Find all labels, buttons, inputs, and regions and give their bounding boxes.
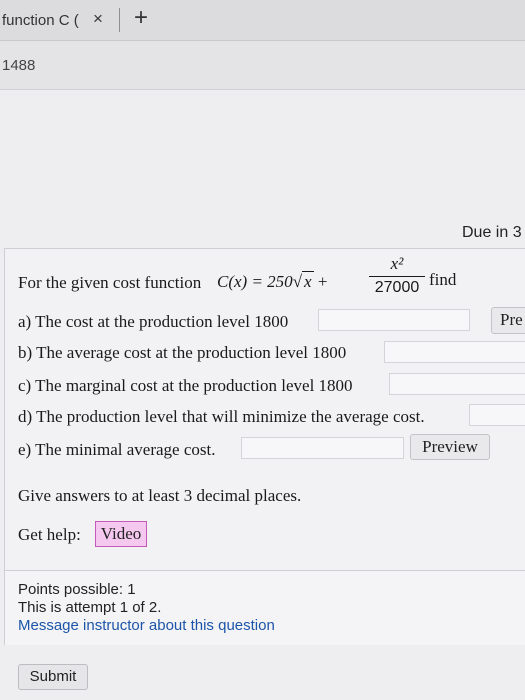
new-tab-icon[interactable]: + xyxy=(134,4,148,32)
get-help-label: Get help: xyxy=(18,525,81,544)
question-intro: For the given cost function xyxy=(18,273,202,292)
tab-divider xyxy=(119,8,120,32)
preview-button-e[interactable]: Preview xyxy=(410,434,490,460)
plus-sign: + xyxy=(317,272,328,291)
close-tab-icon[interactable]: × xyxy=(93,9,103,29)
decimal-instructions: Give answers to at least 3 decimal place… xyxy=(18,486,302,505)
attempt-count: This is attempt 1 of 2. xyxy=(18,599,162,616)
sqrt-symbol: √ x xyxy=(292,271,314,291)
sqrt-argument: x xyxy=(302,271,314,291)
assignment-id: 1488 xyxy=(2,57,36,74)
due-label: Due in 3 xyxy=(462,224,522,241)
video-help-button[interactable]: Video xyxy=(95,521,147,547)
part-b-label: b) The average cost at the production le… xyxy=(18,343,347,362)
part-e-label: e) The minimal average cost. xyxy=(18,440,216,459)
part-a-answer-input[interactable] xyxy=(318,309,470,331)
part-e-answer-input[interactable] xyxy=(241,437,404,459)
fraction: x² 27000 xyxy=(369,254,425,297)
find-word: find xyxy=(429,270,457,289)
part-d-answer-input[interactable] xyxy=(469,404,525,426)
browser-tab-bar: function C ( × + xyxy=(0,0,525,41)
submit-button[interactable]: Submit xyxy=(18,664,88,690)
part-c-label: c) The marginal cost at the production l… xyxy=(18,376,353,395)
points-possible: Points possible: 1 xyxy=(18,581,136,598)
page-header: 1488 xyxy=(0,41,525,90)
fraction-numerator: x² xyxy=(390,254,404,273)
part-d-label: d) The production level that will minimi… xyxy=(18,407,425,426)
part-b-answer-input[interactable] xyxy=(384,341,525,363)
fraction-denominator: 27000 xyxy=(374,279,420,296)
formula-lhs: C(x) = 250 xyxy=(217,272,293,291)
part-c-answer-input[interactable] xyxy=(389,373,525,395)
message-instructor-link[interactable]: Message instructor about this question xyxy=(18,617,275,634)
preview-button-a[interactable]: Pre xyxy=(491,307,525,334)
browser-tab-title[interactable]: function C ( xyxy=(2,12,79,29)
part-a-label: a) The cost at the production level 1800 xyxy=(18,312,289,331)
